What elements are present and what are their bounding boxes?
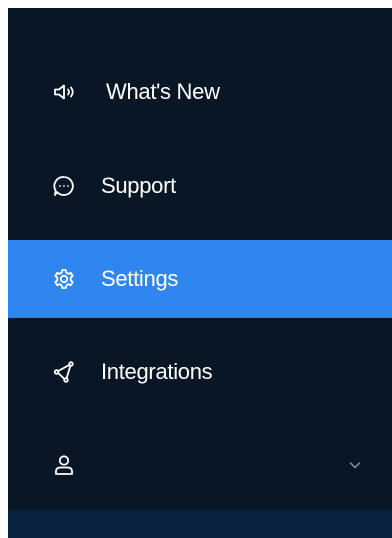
sidebar-item-whats-new[interactable]: What's New: [8, 53, 392, 131]
user-icon: [52, 453, 76, 477]
sidebar-item-settings[interactable]: Settings: [8, 240, 392, 318]
sidebar-item-label: What's New: [106, 79, 220, 104]
sidebar: What's New Support Settings Integrations: [8, 8, 392, 538]
sidebar-item-label: Support: [101, 173, 176, 198]
chat-bubble-icon: [52, 174, 76, 198]
sidebar-item-support[interactable]: Support: [8, 147, 392, 225]
sidebar-item-label: Integrations: [101, 359, 213, 384]
sidebar-item-integrations[interactable]: Integrations: [8, 333, 392, 411]
chevron-down-icon[interactable]: [348, 458, 362, 472]
sidebar-item-label: Settings: [101, 266, 179, 291]
megaphone-icon: [52, 80, 76, 104]
gear-icon: [52, 267, 76, 291]
bottom-strip: [8, 510, 392, 538]
account-menu[interactable]: [8, 426, 392, 504]
share-nodes-icon: [52, 360, 76, 384]
